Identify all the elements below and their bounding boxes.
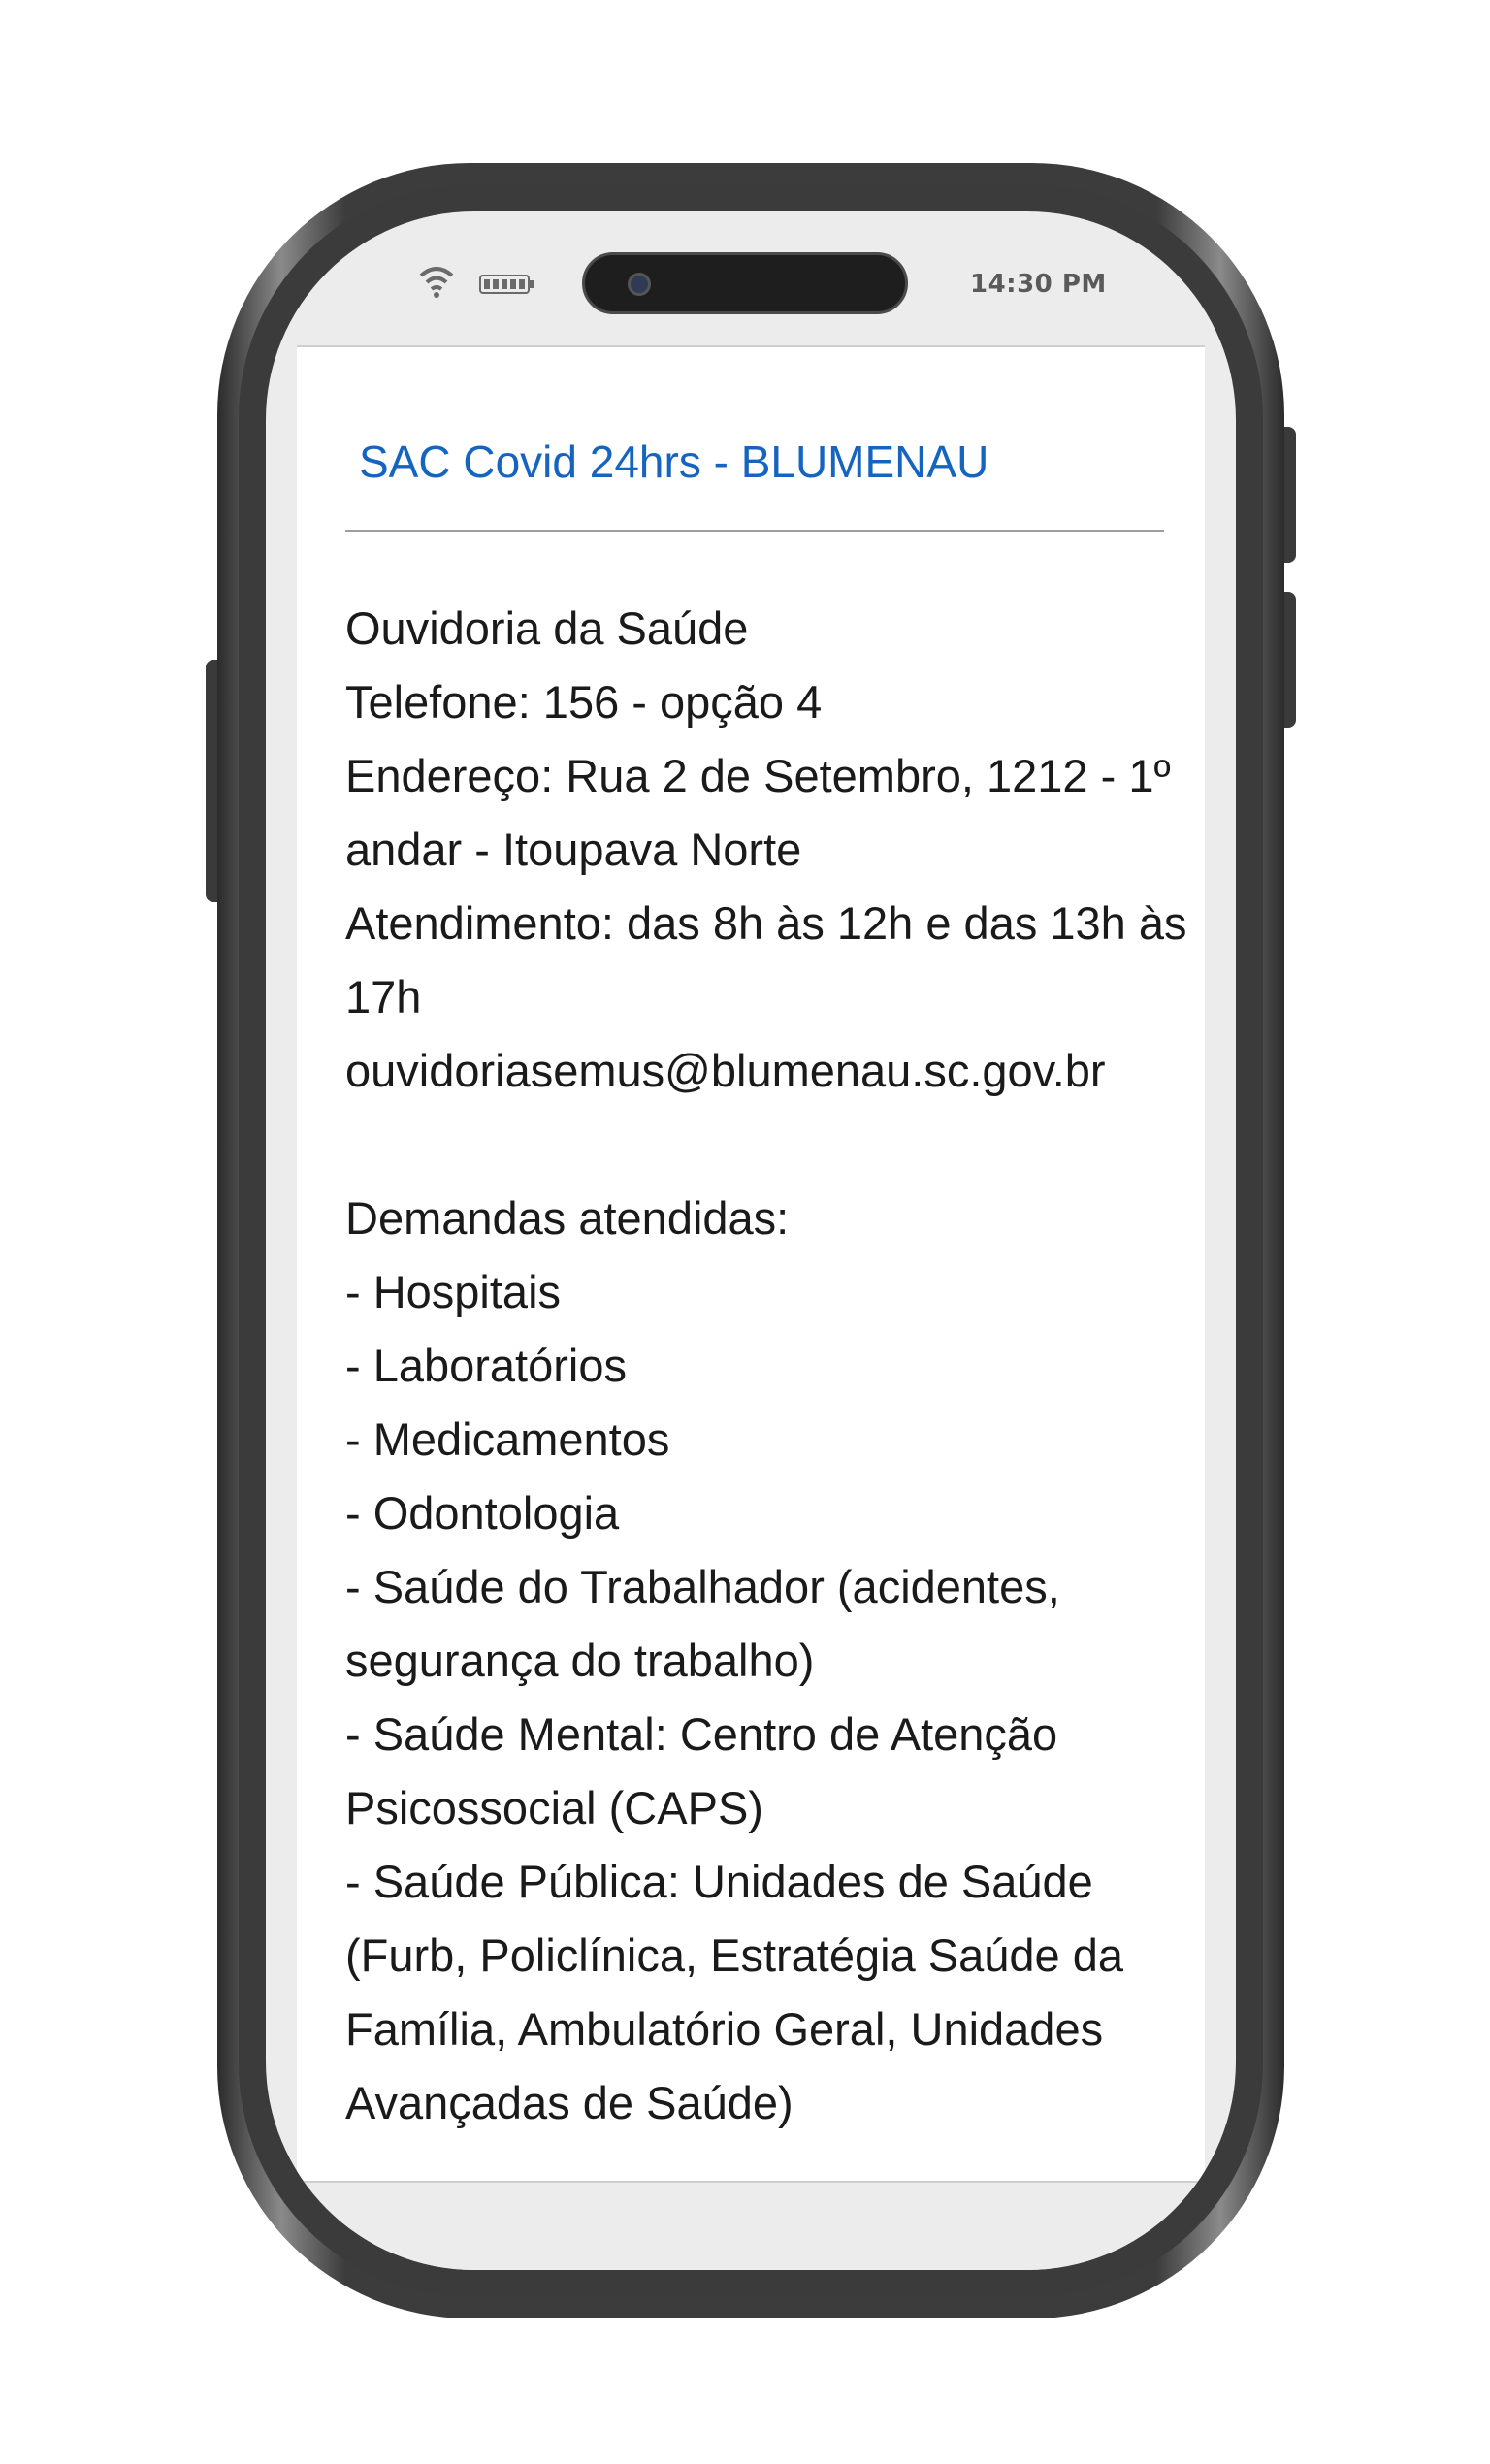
contact-address: Endereço: Rua 2 de Setembro, 1212 - 1º: [345, 750, 1171, 801]
camera-notch: [582, 252, 908, 314]
info-body: Ouvidoria da Saúde Telefone: 156 - opção…: [345, 592, 1187, 2140]
phone-frame-inner: 14:30 PM SAC Covid 24hrs - BLUMENAU Ouvi…: [239, 184, 1263, 2297]
list-item: - Hospitais: [345, 1266, 562, 1317]
page-title: SAC Covid 24hrs - BLUMENAU: [359, 437, 989, 487]
app-screen[interactable]: SAC Covid 24hrs - BLUMENAU Ouvidoria da …: [297, 345, 1205, 2183]
contact-heading: Ouvidoria da Saúde: [345, 602, 749, 654]
bottom-bezel-bar: [266, 2183, 1236, 2270]
wifi-icon: [419, 267, 454, 298]
list-item: - Saúde Mental: Centro de Atenção: [345, 1708, 1058, 1760]
list-item-cont: Psicossocial (CAPS): [345, 1782, 763, 1833]
phone-mockup-stage: 14:30 PM SAC Covid 24hrs - BLUMENAU Ouvi…: [0, 0, 1490, 2464]
list-item-cont: (Furb, Policlínica, Estratégia Saúde da: [345, 1929, 1124, 1981]
list-item-cont: segurança do trabalho): [345, 1635, 815, 1686]
contact-address-cont: andar - Itoupava Norte: [345, 824, 802, 875]
status-bar: 14:30 PM: [266, 211, 1236, 345]
phone-bezel: 14:30 PM SAC Covid 24hrs - BLUMENAU Ouvi…: [266, 211, 1236, 2270]
demandas-heading: Demandas atendidas:: [345, 1192, 790, 1244]
list-item: - Medicamentos: [345, 1413, 670, 1465]
list-item: - Odontologia: [345, 1487, 620, 1539]
contact-hours: Atendimento: das 8h às 12h e das 13h às: [345, 897, 1187, 949]
title-divider: [345, 530, 1164, 532]
phone-frame: 14:30 PM SAC Covid 24hrs - BLUMENAU Ouvi…: [217, 163, 1284, 2318]
contact-hours-cont: 17h: [345, 971, 422, 1022]
screen-content: SAC Covid 24hrs - BLUMENAU Ouvidoria da …: [345, 347, 1187, 2140]
front-camera-icon: [628, 273, 651, 296]
list-item-cont: Família, Ambulatório Geral, Unidades: [345, 2003, 1104, 2055]
list-item: - Saúde Pública: Unidades de Saúde: [345, 1856, 1093, 1907]
list-item: - Saúde do Trabalhador (acidentes,: [345, 1561, 1060, 1612]
contact-email-link[interactable]: ouvidoriasemus@blumenau.sc.gov.br: [345, 1034, 1164, 1108]
contact-phone[interactable]: Telefone: 156 - opção 4: [345, 665, 1164, 739]
battery-icon: [479, 275, 534, 294]
list-item: - Laboratórios: [345, 1340, 627, 1391]
status-time: 14:30 PM: [970, 270, 1107, 299]
list-item-cont: Avançadas de Saúde): [345, 2077, 794, 2128]
